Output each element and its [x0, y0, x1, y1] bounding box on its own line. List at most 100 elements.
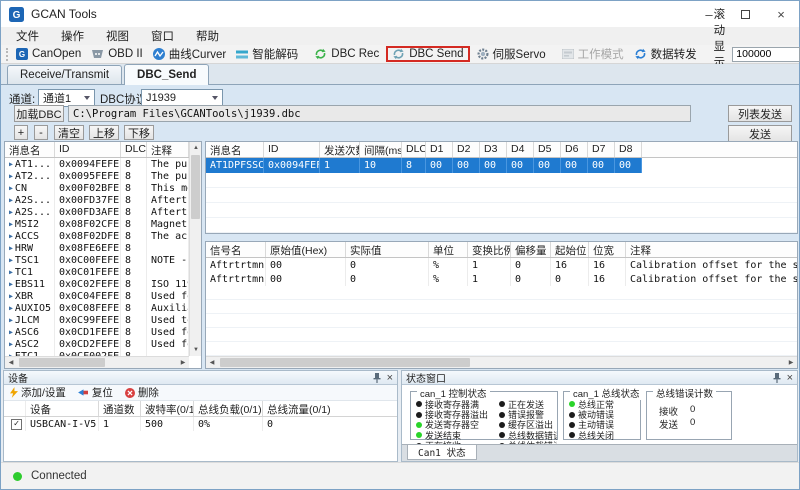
scrollbar-thumb[interactable] [220, 358, 470, 367]
send-button[interactable]: 发送 [728, 125, 792, 142]
app-window: G GCAN Tools – × 文件 操作 视图 窗口 帮助 G CanOpe… [0, 0, 800, 490]
selected-send-row[interactable]: AT1DPFSSC 0x0094FEFE 1 10 8 00 00 00 00 … [206, 158, 797, 173]
title-bar: G GCAN Tools – × [1, 1, 799, 27]
maximize-button[interactable] [727, 1, 763, 27]
frame-count-input[interactable] [732, 47, 800, 62]
horizontal-scrollbar[interactable]: ◀ ▶ [5, 356, 189, 368]
table-row[interactable]: ▶ASC2 0x0CD2FEFE 8 Used for suspens [5, 338, 189, 350]
tab-can1-status[interactable]: Can1 状态 [407, 445, 477, 460]
tab-receive-transmit[interactable]: Receive/Transmit [7, 65, 122, 84]
move-down-button[interactable]: 下移 [124, 125, 154, 140]
dbc-path-field: C:\Program Files\GCANTools\j1939.dbc [68, 105, 691, 122]
horizontal-scrollbar[interactable]: ◀ ▶ [206, 356, 797, 368]
add-row-button[interactable]: + [14, 125, 28, 140]
expand-arrow-icon[interactable]: ▶ [9, 316, 13, 324]
table-row[interactable]: ▶ACCS 0x08F02DFE 8 The acceleration [5, 230, 189, 242]
expand-arrow-icon[interactable]: ▶ [9, 280, 13, 288]
table-row[interactable]: ▶TSC1 0x0C00FEFE 8 NOTE - Retarder [5, 254, 189, 266]
pin-icon[interactable] [373, 373, 381, 383]
scroll-up-icon[interactable]: ▲ [190, 142, 202, 154]
table-row[interactable]: ▶TC1 0x0C01FEFE 8 [5, 266, 189, 278]
move-up-button[interactable]: 上移 [89, 125, 119, 140]
expand-arrow-icon[interactable]: ▶ [9, 160, 13, 168]
message-list-body: ▶AT1... 0x0094FEFE 8 The purpose of t ▶A… [5, 158, 189, 356]
vertical-scrollbar[interactable]: ▲ ▼ [189, 142, 201, 356]
menu-operate[interactable]: 操作 [50, 28, 95, 44]
expand-arrow-icon[interactable]: ▶ [9, 244, 13, 252]
toolbar-dbc-send[interactable]: DBC Send [386, 46, 469, 62]
scroll-right-icon[interactable]: ▶ [177, 357, 189, 369]
expand-arrow-icon[interactable]: ▶ [9, 172, 13, 180]
scroll-down-icon[interactable]: ▼ [190, 344, 202, 356]
window-title: GCAN Tools [31, 7, 97, 21]
status-led-icon [499, 422, 505, 428]
remove-row-button[interactable]: - [34, 125, 48, 140]
toolbar-canopen[interactable]: G CanOpen [11, 47, 86, 61]
work-mode-icon [562, 49, 574, 59]
table-row[interactable]: ▶EBS11 0x0C02FEFE 8 ISO 11992: Towin [5, 278, 189, 290]
menu-help[interactable]: 帮助 [185, 28, 230, 44]
curve-icon [153, 48, 165, 60]
table-row[interactable]: ▶AT2... 0x0095FEFE 8 The purpose of t [5, 170, 189, 182]
pin-icon[interactable] [773, 373, 781, 383]
scroll-left-icon[interactable]: ◀ [5, 357, 17, 369]
toolbar-servo[interactable]: 伺服Servo [472, 45, 551, 63]
device-checkbox[interactable]: ✓ [11, 419, 22, 430]
table-row[interactable]: ▶XBR 0x0C04FEFE 8 Used for brake c [5, 290, 189, 302]
toolbar-obd2[interactable]: OBD II [86, 47, 148, 61]
menu-view[interactable]: 视图 [95, 28, 140, 44]
menu-window[interactable]: 窗口 [140, 28, 185, 44]
toolbar-dbc-rec[interactable]: DBC Rec [309, 47, 384, 61]
toolbar-curve[interactable]: 曲线Curver [148, 45, 232, 63]
table-row[interactable]: ▶MSI2 0x08F02CFE 8 Magnet Status In [5, 218, 189, 230]
expand-arrow-icon[interactable]: ▶ [9, 208, 13, 216]
close-panel-icon[interactable]: × [387, 373, 393, 383]
table-row[interactable]: ▶A2S... 0x00FD37FE 8 Aftertreatment 2 [5, 194, 189, 206]
table-row[interactable]: ▶HRW 0x08FE6EFE 8 [5, 242, 189, 254]
load-dbc-button[interactable]: 加载DBC [14, 105, 64, 122]
table-row[interactable]: ▶AUXIO5 0x0C08FEFE 8 Auxiliary Input, [5, 302, 189, 314]
expand-arrow-icon[interactable]: ▶ [9, 184, 13, 192]
error-count-group: 总线错误计数 接收 0 发送 0 [646, 391, 732, 440]
expand-arrow-icon[interactable]: ▶ [9, 292, 13, 300]
list-send-button[interactable]: 列表发送 [728, 105, 792, 122]
table-row[interactable]: ▶AT1... 0x0094FEFE 8 The purpose of t [5, 158, 189, 170]
table-row[interactable]: ▶ASC6 0x0CD1FEFE 8 Used for suspens [5, 326, 189, 338]
status-bar: Connected [1, 462, 799, 489]
expand-arrow-icon[interactable]: ▶ [9, 328, 13, 336]
status-led-icon [416, 422, 422, 428]
scroll-right-icon[interactable]: ▶ [785, 357, 797, 369]
close-button[interactable]: × [763, 1, 799, 27]
tab-dbc-send[interactable]: DBC_Send [124, 64, 209, 85]
expand-arrow-icon[interactable]: ▶ [9, 340, 13, 348]
expand-arrow-icon[interactable]: ▶ [9, 232, 13, 240]
error-count-row: 接收 0 [659, 404, 731, 417]
expand-arrow-icon[interactable]: ▶ [9, 304, 13, 312]
toolbar-smart-decode[interactable]: 智能解码 [231, 45, 303, 63]
table-row[interactable]: Aftrtrtmn... 00 0 % 1 0 0 16 Calibration… [206, 272, 797, 286]
status-panel-body: can_1 控制状态 接收寄存器满 正在发送 接收寄存器溢出 [402, 385, 797, 444]
scroll-left-icon[interactable]: ◀ [206, 357, 218, 369]
table-row[interactable]: Aftrtrtmn... 00 0 % 1 0 16 16 Calibratio… [206, 258, 797, 272]
menu-file[interactable]: 文件 [5, 28, 50, 44]
scrollbar-thumb[interactable] [191, 155, 200, 219]
expand-arrow-icon[interactable]: ▶ [9, 220, 13, 228]
status-led-item: 被动错误 [569, 409, 640, 419]
scrollbar-thumb[interactable] [19, 358, 105, 367]
table-row[interactable]: ▶A2S... 0x00FD3AFE 8 Aftertreatment 2 [5, 206, 189, 218]
table-row[interactable]: ▶CN 0x00F02BFE 8 This message is [5, 182, 189, 194]
control-status-group: can_1 控制状态 接收寄存器满 正在发送 接收寄存器溢出 [410, 391, 558, 440]
table-row[interactable]: ▶JLCM 0x0C99FEFE 8 Used to transfer [5, 314, 189, 326]
add-device-button[interactable]: 添加/设置 [10, 385, 66, 400]
expand-arrow-icon[interactable]: ▶ [9, 268, 13, 276]
expand-arrow-icon[interactable]: ▶ [9, 256, 13, 264]
toolbar-data-forward[interactable]: 数据转发 [629, 45, 702, 63]
clear-button[interactable]: 清空 [54, 125, 84, 140]
device-row[interactable]: ✓ USBCAN-I-V5 1 500 0% 0 [4, 417, 397, 431]
expand-arrow-icon[interactable]: ▶ [9, 196, 13, 204]
reset-device-button[interactable]: 复位 [78, 385, 113, 400]
message-list-table: 消息名 ID DLC 注释 ▶AT1... 0x0094FEFE 8 The p… [4, 141, 202, 369]
close-panel-icon[interactable]: × [787, 373, 793, 383]
delete-device-button[interactable]: 删除 [125, 385, 159, 400]
panel-splitter[interactable] [205, 234, 798, 241]
